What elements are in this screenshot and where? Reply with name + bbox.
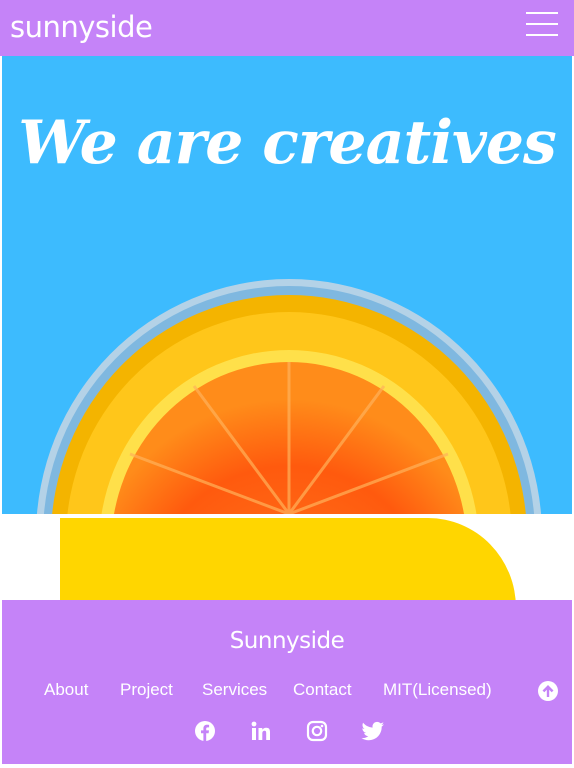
site-footer: Sunnyside About Project Services Contact…	[2, 600, 572, 764]
social-links	[2, 720, 572, 744]
hamburger-menu-icon	[526, 12, 558, 14]
footer-nav: About Project Services Contact MIT(Licen…	[2, 680, 572, 704]
brand-logo[interactable]: sunnyside	[10, 10, 153, 44]
hero-section: We are creatives	[2, 56, 572, 514]
twitter-icon[interactable]	[361, 720, 384, 742]
footer-link-services[interactable]: Services	[202, 680, 267, 700]
footer-link-contact[interactable]: Contact	[293, 680, 352, 700]
hamburger-menu-button[interactable]	[526, 12, 558, 36]
footer-link-mit-licensed[interactable]: MIT(Licensed)	[383, 680, 492, 700]
hero-title: We are creatives	[18, 108, 557, 178]
footer-title: Sunnyside	[229, 628, 345, 654]
site-header: sunnyside	[0, 0, 574, 56]
footer-link-project[interactable]: Project	[120, 680, 173, 700]
arrow-up-circle-icon[interactable]	[538, 681, 558, 701]
linkedin-icon[interactable]	[250, 720, 272, 742]
facebook-icon[interactable]	[194, 720, 216, 742]
instagram-icon[interactable]	[306, 720, 328, 742]
footer-link-about[interactable]: About	[44, 680, 88, 700]
